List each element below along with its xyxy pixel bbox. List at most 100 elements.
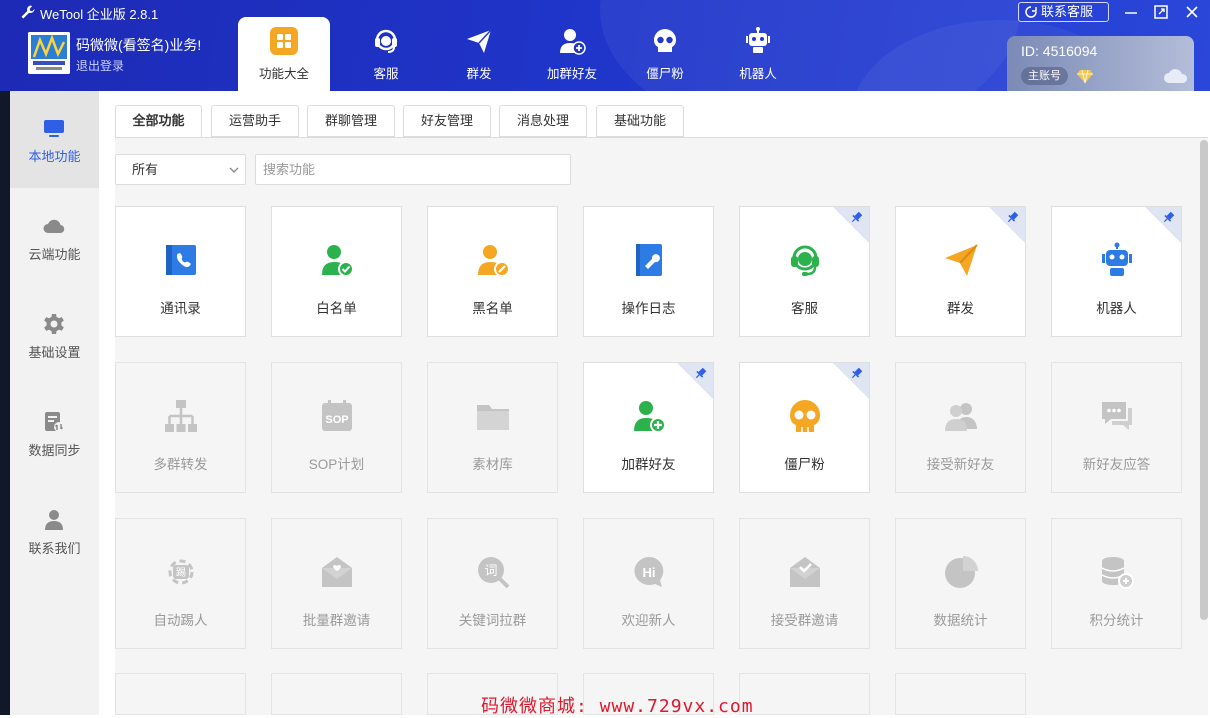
pin-icon[interactable] xyxy=(989,207,1025,243)
feature-card[interactable]: 踢自动踢人 xyxy=(115,518,246,649)
feature-card[interactable]: 操作日志 xyxy=(583,206,714,337)
user-name: 码微微(看签名)业务! xyxy=(76,37,202,53)
feature-card[interactable]: 接受新好友 xyxy=(895,362,1026,493)
feature-card[interactable]: 新好友应答 xyxy=(1051,362,1182,493)
gear-icon xyxy=(44,314,64,334)
sidebar-item-basic-settings[interactable]: 基础设置 xyxy=(10,287,99,384)
contact-support-button[interactable]: 联系客服 xyxy=(1018,2,1109,22)
subtab-group-management[interactable]: 群聊管理 xyxy=(307,105,395,137)
accept-mail-icon xyxy=(790,557,820,587)
skull-icon xyxy=(654,29,676,52)
feature-card-label: 操作日志 xyxy=(621,301,676,316)
person-icon xyxy=(45,510,63,530)
monitor-icon xyxy=(44,120,64,137)
sidebar-item-label: 云端功能 xyxy=(28,247,81,262)
feature-card-label: 机器人 xyxy=(1096,301,1137,316)
feature-card[interactable]: 加群好友 xyxy=(583,362,714,493)
sidebar-item-cloud-features[interactable]: 云端功能 xyxy=(10,189,99,286)
search-input[interactable] xyxy=(255,154,571,185)
feature-card[interactable] xyxy=(895,673,1026,715)
header: WeTool 企业版 2.8.1 联系客服 码微微(看签名)业务! 退出登录 功… xyxy=(0,0,1210,91)
feature-card-label: 白名单 xyxy=(316,301,357,316)
feature-card[interactable] xyxy=(739,673,870,715)
cloud-icon xyxy=(1164,69,1188,83)
pin-icon[interactable] xyxy=(677,363,713,399)
account-card[interactable]: ID: 4516094 主账号 xyxy=(1007,36,1194,91)
feature-card[interactable]: SOP SOP计划 xyxy=(271,362,402,493)
headset-icon xyxy=(791,245,819,276)
feature-card[interactable]: 多群转发 xyxy=(115,362,246,493)
sop-calendar-icon: SOP xyxy=(322,400,352,431)
robot-icon xyxy=(1102,242,1132,276)
nav-tab-all-features[interactable]: 功能大全 xyxy=(238,17,330,91)
scrollbar[interactable] xyxy=(1200,140,1208,620)
subtab-friend-management[interactable]: 好友管理 xyxy=(403,105,491,137)
feature-card-label: 批量群邀请 xyxy=(302,613,371,628)
feature-card[interactable]: 白名单 xyxy=(271,206,402,337)
nav-tab-label: 功能大全 xyxy=(258,67,309,81)
feature-card[interactable]: 黑名单 xyxy=(427,206,558,337)
feature-card[interactable]: 批量群邀请 xyxy=(271,518,402,649)
feature-card[interactable]: Hi 欢迎新人 xyxy=(583,518,714,649)
feature-card[interactable]: 僵尸粉 xyxy=(739,362,870,493)
feature-card-label: 客服 xyxy=(791,301,818,316)
feature-card-label: 积分统计 xyxy=(1089,613,1144,628)
keyword-icon: 词 xyxy=(478,557,510,589)
add-user-icon xyxy=(634,401,666,433)
pin-icon[interactable] xyxy=(1145,207,1181,243)
sidebar-item-contact-us[interactable]: 联系我们 xyxy=(10,483,99,580)
headset-icon xyxy=(375,29,397,53)
avatar[interactable] xyxy=(28,32,70,74)
hi-bubble-icon: Hi xyxy=(634,556,664,587)
category-select[interactable]: 所有 xyxy=(115,154,246,185)
feature-card[interactable] xyxy=(271,673,402,715)
sidebar-item-local-features[interactable]: 本地功能 xyxy=(10,91,99,188)
feature-card[interactable]: 客服 xyxy=(739,206,870,337)
maximize-icon[interactable] xyxy=(1152,3,1170,21)
nav-tab-zombie-fans[interactable]: 僵尸粉 xyxy=(619,17,711,91)
subtab-basic-features[interactable]: 基础功能 xyxy=(596,105,684,137)
pin-icon[interactable] xyxy=(833,363,869,399)
pin-icon[interactable] xyxy=(833,207,869,243)
subtab-message-handling[interactable]: 消息处理 xyxy=(499,105,587,137)
skull-icon xyxy=(790,400,820,432)
refresh-headset-icon xyxy=(1025,6,1037,18)
grid-icon xyxy=(270,27,298,55)
folder-icon xyxy=(477,405,509,430)
pie-chart-icon xyxy=(945,556,978,588)
minimize-icon[interactable] xyxy=(1122,3,1140,21)
svg-text:词: 词 xyxy=(484,564,497,579)
feature-card[interactable]: 积分统计 xyxy=(1051,518,1182,649)
nav-tab-label: 客服 xyxy=(373,67,399,81)
feature-card[interactable]: 通讯录 xyxy=(115,206,246,337)
nav-tab-label: 机器人 xyxy=(739,67,777,81)
nav-tab-add-group-friends[interactable]: 加群好友 xyxy=(526,17,618,91)
feature-card-label: 自动踢人 xyxy=(153,613,208,628)
logout-link[interactable]: 退出登录 xyxy=(76,57,124,74)
feature-card-label: SOP计划 xyxy=(308,457,365,472)
feature-card[interactable]: 数据统计 xyxy=(895,518,1026,649)
hierarchy-icon xyxy=(165,400,197,432)
feature-card[interactable]: 接受群邀请 xyxy=(739,518,870,649)
feature-card[interactable]: 机器人 xyxy=(1051,206,1182,337)
sidebar-item-label: 基础设置 xyxy=(28,345,81,360)
paper-plane-icon xyxy=(467,29,492,53)
nav-tab-mass-send[interactable]: 群发 xyxy=(433,17,525,91)
feature-card-label: 通讯录 xyxy=(160,301,201,316)
subtab-operations-assistant[interactable]: 运营助手 xyxy=(211,105,299,137)
sidebar-item-data-sync[interactable]: 数据同步 xyxy=(10,385,99,482)
feature-card[interactable]: 词关键词拉群 xyxy=(427,518,558,649)
scrollbar-thumb[interactable] xyxy=(1200,140,1208,620)
close-icon[interactable] xyxy=(1183,3,1201,21)
subtab-all-features[interactable]: 全部功能 xyxy=(115,105,202,138)
sidebar-item-label: 联系我们 xyxy=(28,541,81,556)
nav-tab-robot[interactable]: 机器人 xyxy=(712,17,804,91)
feature-card[interactable]: 素材库 xyxy=(427,362,558,493)
invite-mail-icon xyxy=(322,557,352,587)
feature-card-label: 数据统计 xyxy=(933,613,988,628)
feature-card[interactable] xyxy=(115,673,246,715)
account-id: ID: 4516094 xyxy=(1021,43,1098,59)
feature-card-label: 接受新好友 xyxy=(926,457,995,472)
nav-tab-customer-service[interactable]: 客服 xyxy=(340,17,432,91)
feature-card[interactable]: 群发 xyxy=(895,206,1026,337)
